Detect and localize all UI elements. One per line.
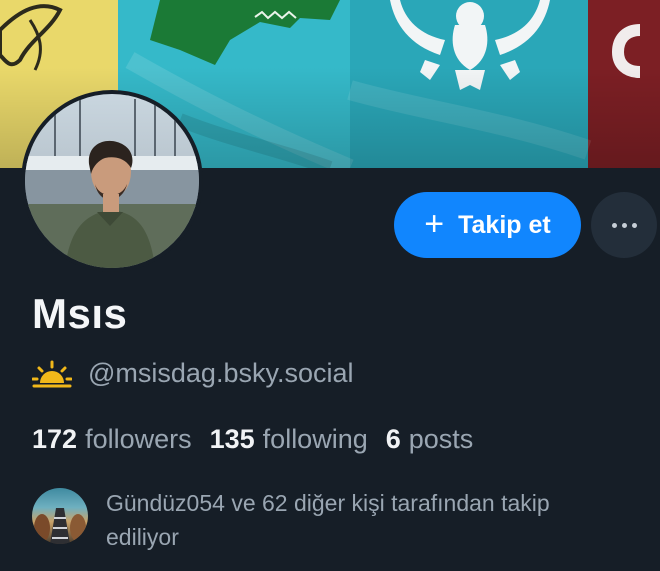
followers-count[interactable]: 172 bbox=[32, 424, 77, 455]
avatar-photo bbox=[25, 94, 199, 268]
known-follower-avatar bbox=[32, 488, 88, 544]
sun-icon bbox=[32, 360, 72, 387]
following-count[interactable]: 135 bbox=[210, 424, 255, 455]
posts-label: posts bbox=[408, 424, 474, 454]
known-followers-text: Gündüz054 ve 62 diğer kişi tarafından ta… bbox=[106, 490, 550, 550]
profile-avatar[interactable] bbox=[21, 90, 203, 272]
following-label[interactable]: following bbox=[263, 424, 368, 455]
known-followers[interactable]: Gündüz054 ve 62 diğer kişi tarafından ta… bbox=[32, 486, 606, 554]
handle-row: @msisdag.bsky.social bbox=[32, 358, 354, 389]
posts-count: 6 bbox=[385, 424, 401, 454]
follow-label: Takip et bbox=[458, 210, 551, 239]
profile-handle: @msisdag.bsky.social bbox=[88, 358, 354, 388]
follow-button[interactable]: + Takip et bbox=[394, 192, 581, 258]
more-options-button[interactable] bbox=[591, 192, 657, 258]
plus-icon: + bbox=[424, 204, 445, 243]
followers-label[interactable]: followers bbox=[85, 424, 192, 455]
more-options-icon bbox=[611, 222, 637, 228]
profile-stats: 172 followers 135 following 6 posts bbox=[32, 424, 491, 455]
display-name: Msıs bbox=[32, 290, 128, 337]
avatar-artwork bbox=[25, 94, 199, 268]
known-follower-artwork bbox=[34, 508, 86, 544]
